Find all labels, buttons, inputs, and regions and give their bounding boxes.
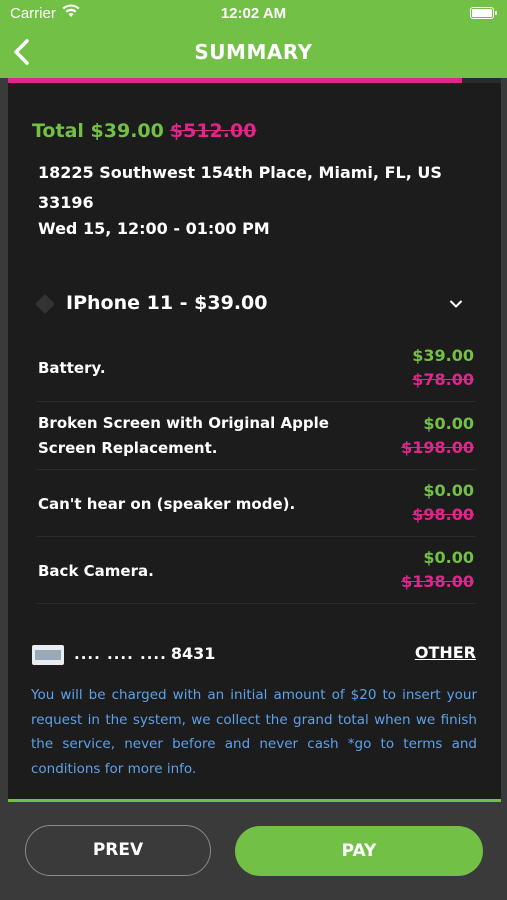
item-original-price: $98.00 <box>412 505 474 524</box>
item-original-price: $138.00 <box>401 572 474 591</box>
item-price: $0.00 <box>423 481 474 500</box>
item-name: Broken Screen with Original Apple Screen… <box>38 414 329 457</box>
charge-notice: You will be charged with an initial amou… <box>31 687 477 777</box>
prev-button[interactable]: PREV <box>25 825 211 876</box>
device-dropdown[interactable]: IPhone 11 - $39.00 <box>34 290 474 322</box>
item-price: $0.00 <box>423 548 474 567</box>
status-bar: Carrier 12:02 AM <box>0 0 507 28</box>
clock: 12:02 AM <box>220 5 287 22</box>
list-item: Broken Screen with Original Apple Screen… <box>36 402 476 470</box>
item-name: Can't hear on (speaker mode). <box>38 495 296 513</box>
total-row: Total $39.00 $512.00 <box>32 120 256 142</box>
list-item: Can't hear on (speaker mode). $0.00 $98.… <box>36 470 476 537</box>
amex-card-icon <box>32 645 64 665</box>
repair-items-list: Battery. $39.00 $78.00 Broken Screen wit… <box>36 338 476 604</box>
card-mask: .... .... .... <box>74 645 167 663</box>
item-name: Back Camera. <box>38 562 154 580</box>
total-original-price: $512.00 <box>169 120 257 142</box>
list-item: Back Camera. $0.00 $138.00 <box>36 537 476 604</box>
appointment-time: Wed 15, 12:00 - 01:00 PM <box>38 219 270 238</box>
device-label: IPhone 11 - $39.00 <box>66 292 268 314</box>
item-original-price: $198.00 <box>401 438 474 457</box>
list-item: Battery. $39.00 $78.00 <box>36 338 476 402</box>
service-address: 18225 Southwest 154th Place, Miami, FL, … <box>38 163 442 212</box>
chevron-down-icon[interactable] <box>448 296 464 312</box>
item-name: Battery. <box>38 359 106 377</box>
card-last4: 8431 <box>170 644 216 663</box>
item-price: $39.00 <box>412 346 474 365</box>
item-original-price: $78.00 <box>412 370 474 389</box>
progress-bar <box>8 78 462 83</box>
item-price: $0.00 <box>423 414 474 433</box>
battery-icon <box>470 7 497 19</box>
card-number: .... .... .... 8431 <box>74 644 215 663</box>
page-title: SUMMARY <box>194 40 313 64</box>
pay-button[interactable]: PAY <box>235 826 483 876</box>
total-price: $39.00 <box>90 120 164 142</box>
payment-method-row: .... .... .... 8431 OTHER <box>32 643 476 667</box>
total-label: Total <box>32 120 84 142</box>
other-payment-link[interactable]: OTHER <box>415 643 476 662</box>
summary-card: Total $39.00 $512.00 18225 Southwest 154t… <box>8 78 501 802</box>
progress-track <box>8 78 501 83</box>
diamond-icon <box>35 294 55 314</box>
